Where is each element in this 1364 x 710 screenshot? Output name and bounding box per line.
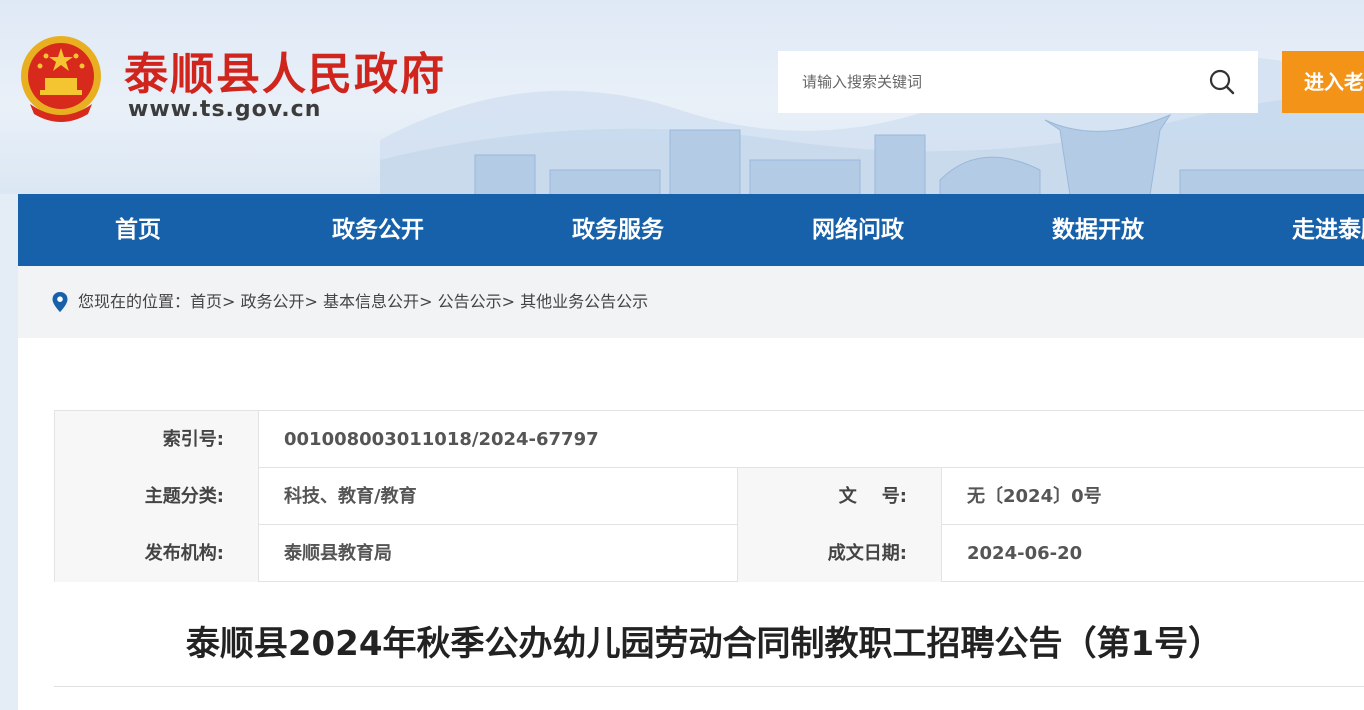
breadcrumb-other-announcements[interactable]: 其他业务公告公示 <box>520 292 648 311</box>
breadcrumb: 您现在的位置：首页> 政务公开> 基本信息公开> 公告公示> 其他业务公告公示 <box>78 266 648 338</box>
breadcrumb-separator: > <box>419 292 433 311</box>
title-divider <box>54 686 1364 687</box>
publisher-value: 泰顺县教育局 <box>284 543 392 564</box>
breadcrumb-home[interactable]: 首页 <box>190 292 222 311</box>
location-pin-icon <box>52 292 68 312</box>
breadcrumb-gov-affairs-open[interactable]: 政务公开 <box>241 292 305 311</box>
breadcrumb-separator: > <box>222 292 236 311</box>
topic-label: 主题分类: <box>54 468 259 525</box>
nav-item-home[interactable]: 首页 <box>18 194 258 266</box>
search-input[interactable] <box>778 51 1198 113</box>
site-header: 泰顺县人民政府 www.ts.gov.cn 进入老 <box>0 0 1364 194</box>
index-number-value: 001008003011018/2024-67797 <box>284 429 599 450</box>
article-title: 泰顺县2024年秋季公办幼儿园劳动合同制教职工招聘公告（第1号） <box>185 624 1223 664</box>
nav-item-online-inquiry[interactable]: 网络问政 <box>738 194 978 266</box>
breadcrumb-basic-info[interactable]: 基本信息公开 <box>323 292 419 311</box>
topic-value: 科技、教育/教育 <box>284 486 417 507</box>
site-url: www.ts.gov.cn <box>128 97 322 122</box>
publisher-label: 发布机构: <box>54 525 259 582</box>
meta-row-topic: 主题分类: 科技、教育/教育 文 号: 无〔2024〕0号 <box>54 468 1364 525</box>
date-value: 2024-06-20 <box>967 543 1083 564</box>
site-title: 泰顺县人民政府 <box>124 49 446 100</box>
main-content: 索引号: 001008003011018/2024-67797 主题分类: 科技… <box>18 338 1364 710</box>
elder-mode-button[interactable]: 进入老 <box>1282 51 1364 113</box>
nav-item-gov-affairs-open[interactable]: 政务公开 <box>258 194 498 266</box>
nav-item-open-data[interactable]: 数据开放 <box>978 194 1218 266</box>
main-nav: 首页 政务公开 政务服务 网络问政 数据开放 走进泰顺 <box>18 194 1364 266</box>
breadcrumb-separator: > <box>501 292 515 311</box>
national-emblem-logo <box>21 36 101 122</box>
document-meta-table: 索引号: 001008003011018/2024-67797 主题分类: 科技… <box>54 410 1364 582</box>
search-box <box>778 51 1258 113</box>
nav-item-gov-services[interactable]: 政务服务 <box>498 194 738 266</box>
meta-row-publisher: 发布机构: 泰顺县教育局 成文日期: 2024-06-20 <box>54 525 1364 582</box>
nav-item-about-taishun[interactable]: 走进泰顺 <box>1218 194 1364 266</box>
breadcrumb-announcements[interactable]: 公告公示 <box>438 292 502 311</box>
breadcrumb-separator: > <box>304 292 318 311</box>
search-icon[interactable] <box>1208 68 1236 96</box>
index-number-label: 索引号: <box>54 411 259 468</box>
date-label: 成文日期: <box>737 525 942 582</box>
breadcrumb-bar: 您现在的位置：首页> 政务公开> 基本信息公开> 公告公示> 其他业务公告公示 <box>18 266 1364 338</box>
meta-row-index: 索引号: 001008003011018/2024-67797 <box>54 411 1364 468</box>
breadcrumb-prefix: 您现在的位置： <box>78 292 191 311</box>
doc-number-value: 无〔2024〕0号 <box>967 486 1102 507</box>
doc-number-label: 文 号: <box>737 468 942 525</box>
